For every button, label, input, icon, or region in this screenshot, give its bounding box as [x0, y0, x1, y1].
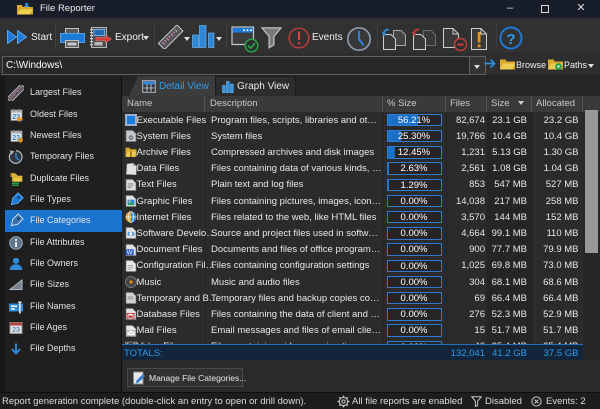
svg-text:W: W [126, 250, 132, 256]
svg-text:?: ? [506, 31, 515, 48]
svg-text:23: 23 [12, 327, 20, 334]
